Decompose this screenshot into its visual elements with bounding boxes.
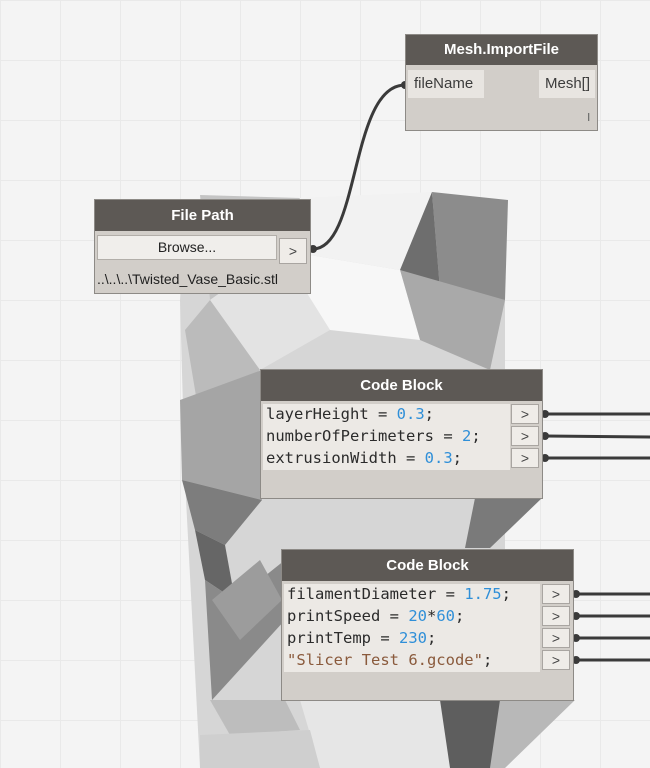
node-title[interactable]: Mesh.ImportFile	[406, 35, 597, 65]
code-number: 0.3	[396, 405, 425, 423]
code-operator: =	[368, 405, 397, 423]
code-string: "Slicer Test 6.gcode"	[287, 651, 483, 669]
code-identifier: printSpeed	[287, 607, 381, 625]
code-operator: =	[436, 585, 465, 603]
node-title[interactable]: File Path	[95, 200, 310, 231]
code-terminator: ;	[452, 449, 462, 467]
output-port-numberOfPerimeters[interactable]: >	[511, 426, 539, 446]
output-port-filename[interactable]: >	[542, 650, 570, 670]
output-port-extrusionWidth[interactable]: >	[511, 448, 539, 468]
output-port-printSpeed[interactable]: >	[542, 606, 570, 626]
output-port-path[interactable]: >	[279, 238, 307, 264]
code-operator: *	[427, 607, 437, 625]
output-port-printTemp[interactable]: >	[542, 628, 570, 648]
code-identifier: printTemp	[287, 629, 371, 647]
code-line-filamentDiameter[interactable]: filamentDiameter = 1.75;	[287, 583, 511, 605]
code-identifier: filamentDiameter	[287, 585, 437, 603]
code-operator: =	[380, 607, 409, 625]
code-operator: =	[396, 449, 425, 467]
code-terminator: ;	[482, 651, 493, 669]
code-operator: =	[371, 629, 399, 647]
node-title[interactable]: Code Block	[282, 550, 573, 581]
code-terminator: ;	[424, 405, 434, 423]
code-block-node-2[interactable]: Code Block filamentDiameter = 1.75; prin…	[281, 549, 574, 701]
code-identifier: layerHeight	[266, 405, 369, 423]
code-number: 1.75	[464, 585, 502, 603]
code-number: 20	[408, 607, 427, 625]
code-terminator: ;	[471, 427, 481, 445]
code-terminator: ;	[455, 607, 465, 625]
code-terminator: ;	[427, 629, 437, 647]
output-port-filamentDiameter[interactable]: >	[542, 584, 570, 604]
code-identifier: extrusionWidth	[266, 449, 397, 467]
wire-perimeters-out[interactable]	[544, 434, 650, 439]
file-path-value: ..\..\..\Twisted_Vase_Basic.stl	[97, 271, 279, 287]
code-line-numberOfPerimeters[interactable]: numberOfPerimeters = 2;	[266, 425, 481, 447]
code-number: 230	[399, 629, 427, 647]
code-terminator: ;	[501, 585, 511, 603]
input-port-filename[interactable]: fileName	[408, 70, 484, 98]
code-line-output-filename[interactable]: "Slicer Test 6.gcode";	[287, 649, 492, 671]
output-port-layerHeight[interactable]: >	[511, 404, 539, 424]
code-number: 60	[436, 607, 456, 625]
node-title[interactable]: Code Block	[261, 370, 542, 401]
code-line-printTemp[interactable]: printTemp = 230;	[287, 627, 436, 649]
output-port-mesh[interactable]: Mesh[]	[539, 70, 595, 98]
code-line-extrusionWidth[interactable]: extrusionWidth = 0.3;	[266, 447, 462, 469]
lacing-marker[interactable]: l	[588, 112, 590, 124]
code-line-printSpeed[interactable]: printSpeed = 20*60;	[287, 605, 464, 627]
code-line-layerHeight[interactable]: layerHeight = 0.3;	[266, 403, 434, 425]
mesh-import-node[interactable]: Mesh.ImportFile fileName Mesh[] l	[405, 34, 598, 131]
code-number: 0.3	[424, 449, 453, 467]
code-number: 2	[461, 427, 472, 445]
code-block-node-1[interactable]: Code Block layerHeight = 0.3; numberOfPe…	[260, 369, 543, 499]
code-identifier: numberOfPerimeters	[266, 427, 434, 445]
browse-button[interactable]: Browse...	[97, 235, 277, 260]
file-path-node[interactable]: File Path Browse... > ..\..\..\Twisted_V…	[94, 199, 311, 294]
code-operator: =	[433, 427, 462, 445]
